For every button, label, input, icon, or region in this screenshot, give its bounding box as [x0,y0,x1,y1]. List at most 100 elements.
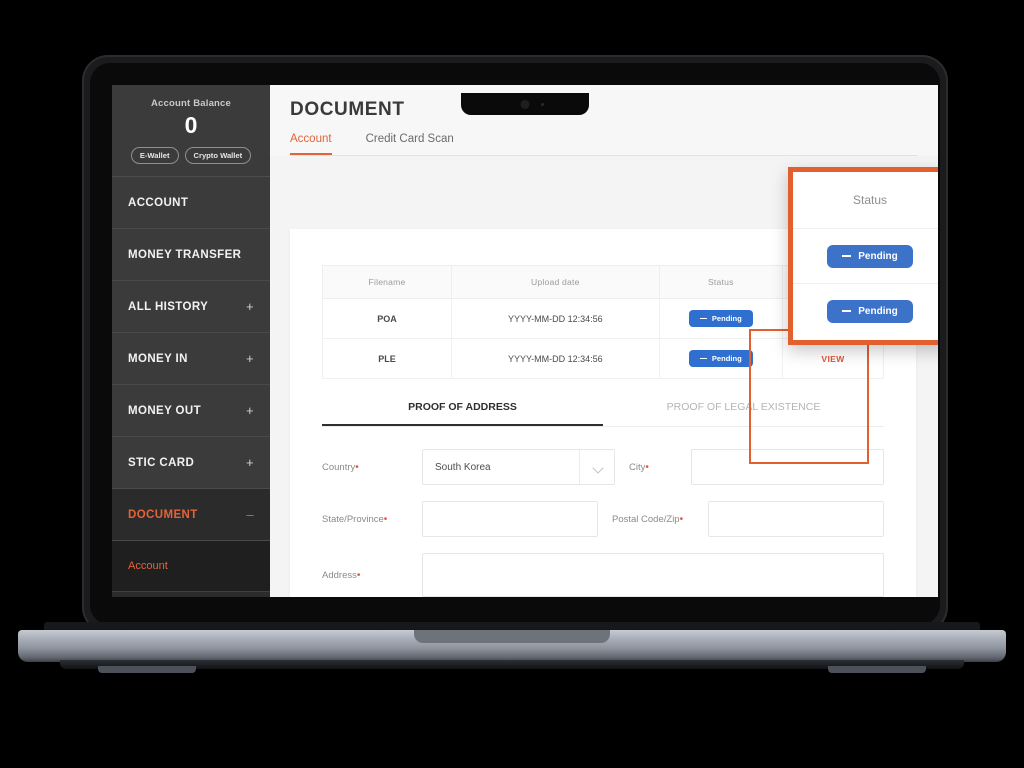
laptop-foot-right [828,666,926,673]
expand-plus-icon[interactable]: + [246,455,254,470]
cell-filename: POA [321,298,453,339]
collapse-minus-icon[interactable]: – [246,507,254,522]
callout-status-label: Pending [858,250,898,262]
postal-control [708,501,884,537]
required-marker: • [645,461,649,473]
city-label: City• [629,462,691,473]
city-label-text: City [629,461,646,473]
callout-status-badge[interactable]: Pending [827,244,913,268]
page-tabs: Account Credit Card Scan [290,133,918,156]
balance-label: Account Balance [150,98,232,109]
proof-tabs: PROOF OF ADDRESS PROOF OF LEGAL EXISTENC… [322,401,884,427]
sidebar-item-label: MONEY OUT [128,404,202,417]
select-divider [579,450,580,484]
expand-plus-icon[interactable]: + [246,403,254,418]
sidebar-item-stic-card[interactable]: STIC CARD + [112,437,270,489]
wallet-buttons: E-Wallet Crypto Wallet [120,147,262,164]
sidebar-item-document[interactable]: DOCUMENT – [112,489,270,541]
required-marker: • [356,569,361,581]
sidebar-item-label: MONEY TRANSFER [128,248,242,261]
form-row-country-city: Country• South Korea City• [322,449,884,485]
country-select[interactable]: South Korea [422,449,615,485]
balance-value: 0 [184,112,198,138]
sidebar-item-account[interactable]: ACCOUNT [112,177,270,229]
callout-status-badge[interactable]: Pending [827,299,913,323]
screenshot-stage: Account Balance 0 E-Wallet Crypto Wallet… [0,0,1024,768]
camera-indicator-icon [541,103,544,106]
tab-proof-of-legal-existence[interactable]: PROOF OF LEGAL EXISTENCE [603,401,884,426]
minus-icon [699,317,707,320]
sidebar-subitem-credit-card-scan[interactable]: Credit Card Scan [112,592,270,597]
expand-plus-icon[interactable]: + [246,351,254,366]
minus-icon [699,357,707,360]
state-label-text: State/Province [322,513,384,525]
page-header: DOCUMENT Account Credit Card Scan [270,85,938,156]
sidebar-item-money-out[interactable]: MONEY OUT + [112,385,270,437]
sidebar-item-label: ACCOUNT [128,196,189,209]
postal-label-text: Postal Code/Zip [612,513,680,525]
camera-icon [520,100,530,109]
status-badge-label: Pending [711,354,742,363]
sidebar-item-label: MONEY IN [128,352,188,365]
required-marker: • [355,461,359,473]
state-control [422,501,598,537]
tab-proof-of-address[interactable]: PROOF OF ADDRESS [322,401,603,426]
sidebar-item-all-history[interactable]: ALL HISTORY + [112,281,270,333]
postal-label: Postal Code/Zip• [612,514,708,525]
status-badge[interactable]: Pending [688,350,753,367]
page-title: DOCUMENT [290,99,405,120]
callout-row: Pending [793,284,938,338]
sidebar-item-money-transfer[interactable]: MONEY TRANSFER [112,229,270,281]
column-status: Status [658,265,784,299]
sidebar-item-label: DOCUMENT [128,508,198,521]
address-label: Address• [322,570,422,581]
country-control: South Korea [422,449,615,485]
country-label: Country• [322,462,422,473]
cell-upload-date: YYYY-MM-DD 12:34:56 [451,338,660,379]
laptop-foot-left [98,666,196,673]
tab-credit-card-scan[interactable]: Credit Card Scan [366,133,454,155]
address-label-text: Address [322,569,357,581]
city-control [691,449,884,485]
view-file-link[interactable]: VIEW [821,354,844,364]
form-row-state-postal: State/Province• Postal Code/Zip• [322,501,884,537]
status-badge[interactable]: Pending [688,310,753,327]
form-row-address: Address• [322,553,884,597]
sidebar-item-label: STIC CARD [128,456,195,469]
status-badge-label: Pending [711,314,742,323]
laptop-screen: Account Balance 0 E-Wallet Crypto Wallet… [112,85,938,597]
tab-account[interactable]: Account [290,133,332,155]
callout-header: Status [793,172,938,229]
account-balance-box: Account Balance 0 E-Wallet Crypto Wallet [112,85,270,177]
laptop-lid: Account Balance 0 E-Wallet Crypto Wallet… [82,55,948,633]
e-wallet-button[interactable]: E-Wallet [130,147,179,164]
expand-plus-icon[interactable]: + [246,299,254,314]
required-marker: • [679,513,684,525]
cell-status: Pending [658,338,784,379]
cell-status: Pending [658,298,784,339]
laptop-base-notch [414,630,610,643]
address-input[interactable] [422,553,884,597]
column-filename: Filename [321,265,453,299]
required-marker: • [383,513,388,525]
cell-filename: PLE [321,338,453,379]
callout-status-label: Pending [858,305,898,317]
status-callout: Status Pending Pending [788,167,938,345]
address-control [422,553,884,597]
sidebar-item-label: ALL HISTORY [128,300,209,313]
minus-icon [842,310,852,312]
postal-input[interactable] [708,501,884,537]
state-label: State/Province• [322,514,422,525]
country-label-text: Country [322,461,356,473]
sidebar-subitem-account[interactable]: Account [112,541,270,592]
sidebar: Account Balance 0 E-Wallet Crypto Wallet… [112,85,270,597]
address-form: Country• South Korea City• State/Provinc… [322,449,884,597]
city-input[interactable] [691,449,884,485]
state-input[interactable] [422,501,598,537]
cell-upload-date: YYYY-MM-DD 12:34:56 [451,298,660,339]
column-upload-date: Upload date [451,265,660,299]
sidebar-item-money-in[interactable]: MONEY IN + [112,333,270,385]
laptop-notch [461,93,589,115]
crypto-wallet-button[interactable]: Crypto Wallet [184,147,252,164]
chevron-down-icon[interactable] [594,464,603,473]
